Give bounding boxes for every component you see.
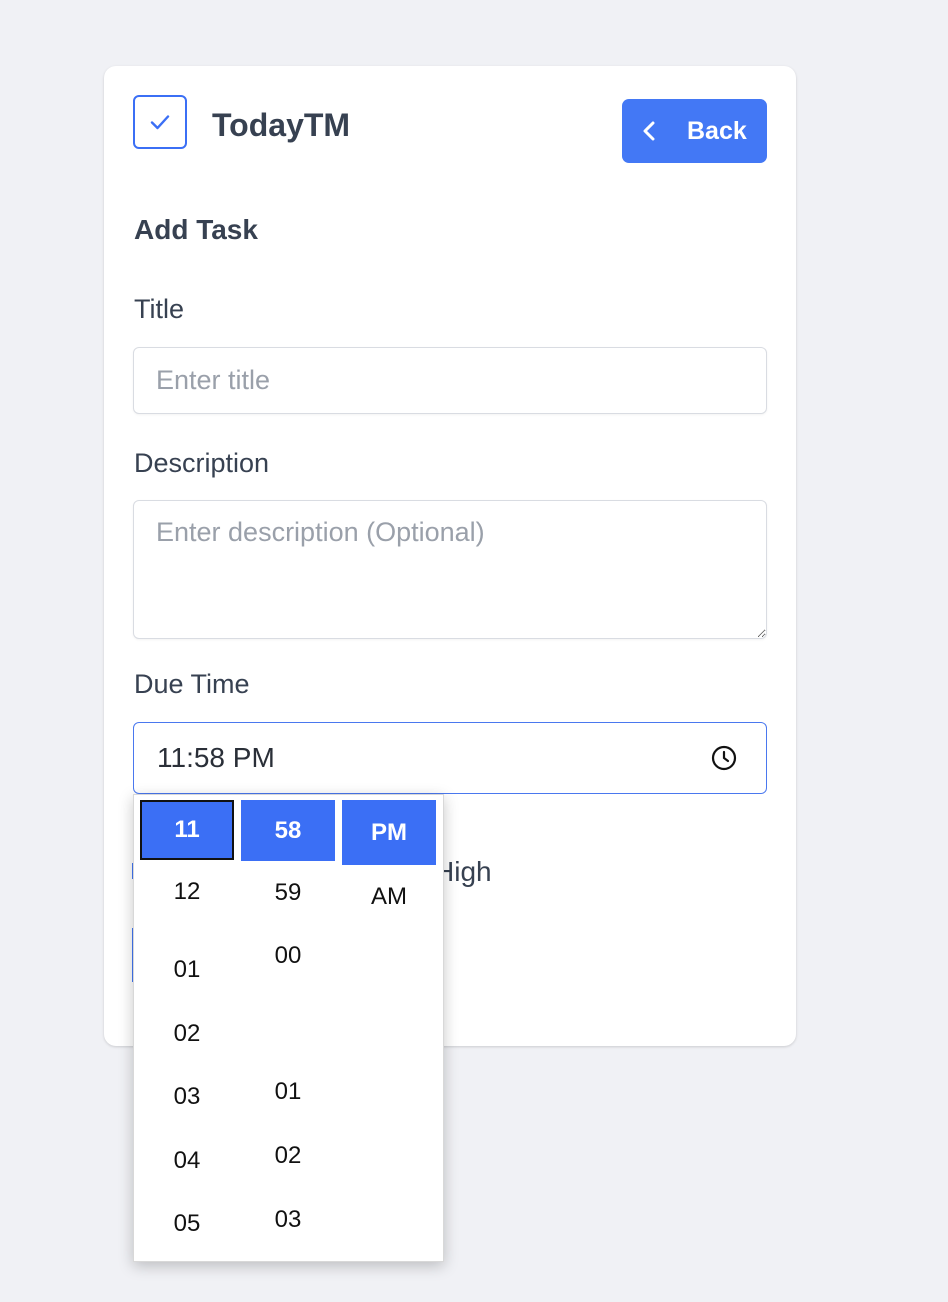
hour-option-selected[interactable]: 11 bbox=[140, 800, 234, 860]
minute-option[interactable]: 02 bbox=[241, 1141, 335, 1171]
due-time-value: 11:58 PM bbox=[157, 742, 275, 773]
due-time-label: Due Time bbox=[134, 669, 250, 699]
minute-option[interactable]: 01 bbox=[241, 1077, 335, 1107]
logo-checkbox-icon bbox=[133, 95, 187, 149]
minute-option[interactable]: 59 bbox=[241, 878, 335, 908]
period-option[interactable]: AM bbox=[342, 882, 436, 912]
hour-option[interactable]: 05 bbox=[140, 1209, 234, 1239]
chevron-left-icon bbox=[642, 121, 662, 141]
time-picker-dropdown[interactable]: 11 12 01 02 03 04 05 58 59 00 01 02 03 P… bbox=[133, 794, 444, 1262]
hour-option[interactable]: 04 bbox=[140, 1146, 234, 1176]
description-input[interactable] bbox=[133, 500, 767, 639]
minute-option[interactable]: 03 bbox=[241, 1205, 335, 1235]
period-option-selected[interactable]: PM bbox=[342, 800, 436, 865]
due-time-input[interactable]: 11:58 PM bbox=[133, 722, 767, 794]
back-button-label: Back bbox=[687, 116, 747, 145]
clock-icon[interactable] bbox=[710, 744, 738, 772]
hour-option[interactable]: 03 bbox=[140, 1082, 234, 1112]
hour-option[interactable]: 01 bbox=[140, 955, 234, 985]
hour-option[interactable]: 02 bbox=[140, 1019, 234, 1049]
minute-option-selected[interactable]: 58 bbox=[241, 800, 335, 861]
back-button[interactable]: Back bbox=[622, 99, 767, 163]
minute-option[interactable]: 00 bbox=[241, 941, 335, 971]
check-icon bbox=[150, 115, 170, 130]
hour-option[interactable]: 12 bbox=[140, 877, 234, 907]
description-label: Description bbox=[134, 448, 270, 478]
app-title: TodayTM bbox=[212, 107, 351, 143]
title-label: Title bbox=[134, 294, 185, 324]
title-input[interactable] bbox=[133, 347, 767, 414]
section-title: Add Task bbox=[134, 214, 258, 245]
